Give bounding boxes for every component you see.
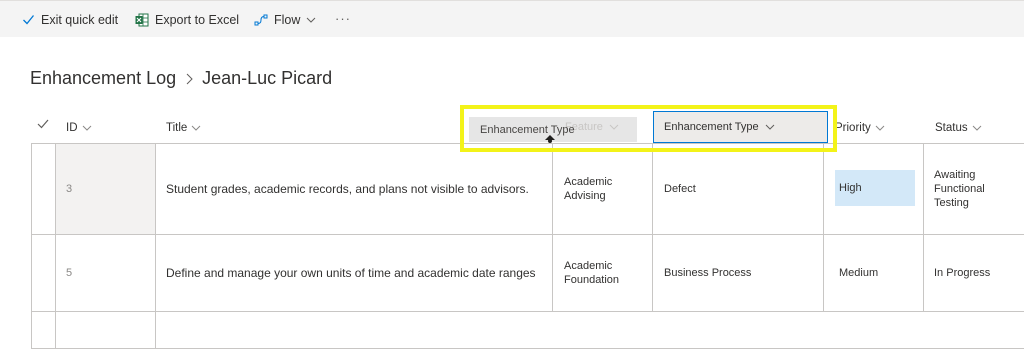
annotation-highlight-box	[460, 105, 837, 152]
column-header-priority-label: Priority	[835, 122, 871, 134]
column-header-id-label: ID	[66, 122, 78, 134]
select-all-checkbox[interactable]	[36, 117, 50, 136]
breadcrumb-view-name: Jean-Luc Picard	[202, 68, 333, 88]
column-header-priority[interactable]: Priority	[835, 116, 885, 140]
more-options-button[interactable]: ···	[335, 11, 351, 26]
chevron-right-icon	[184, 72, 194, 86]
table-row-feature-cell[interactable]: Academic Foundation	[564, 234, 644, 311]
chevron-down-icon	[875, 123, 885, 133]
flow-button[interactable]: Flow	[254, 1, 316, 38]
breadcrumb-list-link[interactable]: Enhancement Log	[30, 68, 176, 89]
chevron-down-icon	[972, 123, 982, 133]
table-row-title-cell[interactable]: Define and manage your own units of time…	[166, 234, 546, 311]
column-header-status[interactable]: Status	[935, 116, 982, 140]
table-row-status-cell[interactable]: In Progress	[934, 234, 990, 311]
table-row-title-cell[interactable]: Student grades, academic records, and pl…	[166, 143, 546, 234]
export-to-excel-button[interactable]: Export to Excel	[135, 1, 239, 38]
table-row-priority-cell[interactable]: Medium	[839, 234, 878, 311]
table-row-status-cell[interactable]: Awaiting Functional Testing	[934, 143, 1014, 234]
chevron-down-icon	[306, 15, 316, 25]
export-to-excel-label: Export to Excel	[155, 12, 240, 27]
table-row-id-cell[interactable]: 3	[66, 143, 72, 234]
checkmark-icon	[37, 119, 49, 129]
table-row-feature-cell[interactable]: Academic Advising	[564, 143, 644, 234]
chevron-down-icon	[191, 123, 201, 133]
checkmark-icon	[22, 13, 35, 26]
exit-quick-edit-button[interactable]: Exit quick edit	[22, 1, 118, 38]
command-bar: Exit quick edit Export to Excel Flow ···	[0, 0, 1024, 37]
flow-label: Flow	[274, 12, 301, 27]
table-row-enhancement-type-cell[interactable]: Business Process	[664, 234, 751, 311]
column-header-id[interactable]: ID	[66, 116, 92, 140]
table-row-priority-cell[interactable]: High	[839, 170, 862, 206]
column-header-status-label: Status	[935, 122, 968, 134]
flow-icon	[254, 13, 268, 27]
table-row-enhancement-type-cell[interactable]: Defect	[664, 143, 696, 234]
table-row-id-cell[interactable]: 5	[66, 234, 72, 311]
chevron-down-icon	[82, 123, 92, 133]
column-header-title[interactable]: Title	[166, 116, 201, 140]
breadcrumb: Enhancement Log Jean-Luc Picard	[30, 68, 332, 89]
excel-icon	[135, 13, 149, 27]
column-header-title-label: Title	[166, 122, 188, 134]
quick-edit-grid: 3 Student grades, academic records, and …	[31, 143, 1024, 349]
exit-quick-edit-label: Exit quick edit	[41, 12, 119, 27]
new-item-row[interactable]	[56, 311, 1024, 348]
